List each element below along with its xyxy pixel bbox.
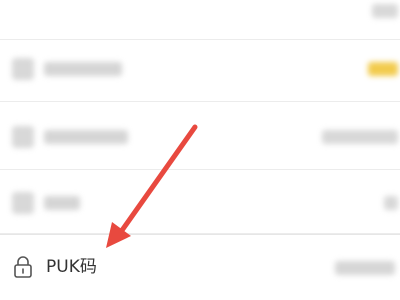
list-item-value <box>322 130 398 144</box>
puk-code-value <box>335 261 395 275</box>
settings-screen: PUK码 <box>0 0 400 300</box>
list-item-label <box>44 62 122 76</box>
lock-icon <box>14 256 32 278</box>
list-item-icon <box>12 58 34 80</box>
list-item[interactable] <box>0 170 400 234</box>
list-item[interactable] <box>0 0 400 40</box>
list-item[interactable] <box>0 102 400 170</box>
puk-code-label: PUK码 <box>46 257 97 277</box>
list-item-value <box>384 196 398 210</box>
list-item-value <box>372 4 398 18</box>
sim-info-list: PUK码 <box>0 0 400 300</box>
list-item-value <box>368 62 398 76</box>
list-item-label <box>44 196 80 210</box>
puk-code-row[interactable]: PUK码 <box>0 234 400 300</box>
list-item[interactable] <box>0 40 400 102</box>
list-item-label <box>44 130 128 144</box>
list-item-icon <box>12 192 34 214</box>
list-item-icon <box>12 126 34 148</box>
